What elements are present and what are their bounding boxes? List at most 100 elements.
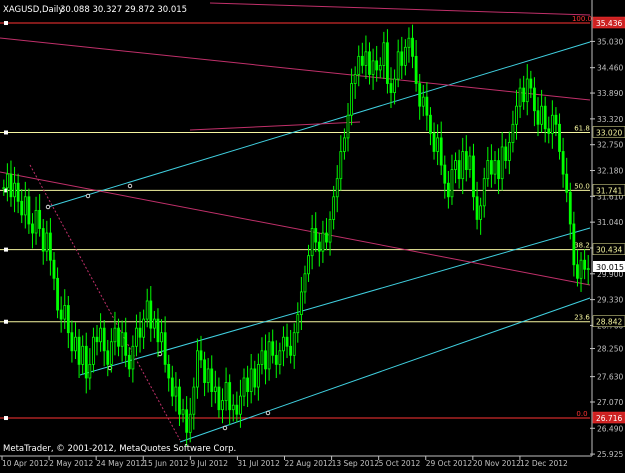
candle-body <box>221 400 224 411</box>
price-chart[interactable]: 100.0 61.8 50.0 38.2 23.6 0.0 35.030 34.460 33.… <box>0 0 625 469</box>
time-tick-label: 22 Aug 2012 <box>285 459 333 468</box>
candle-body <box>185 409 189 433</box>
candle-body <box>38 209 42 229</box>
candle-body <box>497 160 500 180</box>
candle-body <box>464 151 468 171</box>
candle-body <box>149 300 153 329</box>
candle-body <box>554 114 558 125</box>
candle-body <box>386 42 389 84</box>
fib-price-text: 35.436 <box>596 19 622 28</box>
fib-anchor-handle[interactable] <box>4 319 8 324</box>
candle-body <box>421 96 425 107</box>
time-tick-label: 20 Nov 2012 <box>473 459 521 468</box>
candle-body <box>468 155 472 171</box>
candle-body <box>357 55 361 75</box>
candle-body <box>507 142 511 161</box>
candle-body <box>152 318 156 329</box>
fib-price-text: 26.716 <box>596 414 622 423</box>
candle-body <box>515 105 518 125</box>
candle-body <box>446 182 450 198</box>
candle-body <box>77 336 81 365</box>
channel-anchor-point[interactable] <box>222 425 228 431</box>
candle-body <box>206 368 210 383</box>
channel-anchor-point[interactable] <box>85 193 91 199</box>
candle-body <box>70 332 74 352</box>
fib-price-text: 31.741 <box>596 186 622 195</box>
candle-body <box>142 318 146 338</box>
candle-body <box>375 60 379 71</box>
candle-body <box>303 273 307 293</box>
candle-body <box>536 110 540 125</box>
candle-body <box>382 42 386 66</box>
candle-body <box>135 327 138 347</box>
candle-body <box>199 350 203 361</box>
candle-body <box>321 232 325 252</box>
candle-body <box>274 354 278 365</box>
fib-anchor-handle[interactable] <box>4 21 8 26</box>
candle-body <box>529 78 533 89</box>
price-tick-label: 35.030 <box>597 37 623 46</box>
candle-body <box>231 404 235 411</box>
candle-body <box>56 277 59 311</box>
candle-body <box>353 74 357 84</box>
candle-body <box>127 354 131 370</box>
candle-body <box>27 196 31 225</box>
candle-body <box>429 114 432 134</box>
candle-body <box>131 345 135 370</box>
candle-body <box>393 78 396 94</box>
copyright-label: MetaTrader, © 2001-2012, MetaQuotes Soft… <box>3 444 236 454</box>
candle-body <box>271 341 275 356</box>
time-tick-label: 31 Jul 2012 <box>237 459 280 468</box>
candle-body <box>443 164 447 184</box>
candle-body <box>364 51 368 66</box>
candle-body <box>224 382 228 402</box>
candle-body <box>547 128 551 134</box>
price-tick-label: 33.890 <box>597 89 623 98</box>
time-tick-label: 29 Oct 2012 <box>426 459 473 468</box>
candle-body <box>253 368 257 388</box>
candle-body <box>228 382 232 411</box>
candle-body <box>325 232 328 243</box>
fib-anchor-handle[interactable] <box>4 130 8 135</box>
candle-body <box>52 259 56 279</box>
channel-anchor-point[interactable] <box>45 204 51 210</box>
candle-body <box>522 87 526 103</box>
fib-level-label: 0.0 <box>576 410 587 418</box>
candle-body <box>264 350 267 370</box>
candle-body <box>339 151 343 180</box>
price-tick-label: 29.330 <box>597 296 623 305</box>
candle-body <box>178 386 181 415</box>
candle-body <box>439 137 443 166</box>
candle-body <box>210 368 214 392</box>
time-tick-label: 13 Sep 2012 <box>332 459 380 468</box>
candle-body <box>282 336 285 352</box>
channel-anchor-point[interactable] <box>127 183 133 189</box>
candle-body <box>59 309 63 320</box>
candle-body <box>160 332 163 343</box>
candle-body <box>63 305 67 320</box>
candle-body <box>113 327 117 343</box>
fib-anchor-handle[interactable] <box>4 247 8 252</box>
chart-canvas[interactable]: 100.0 61.8 50.0 38.2 23.6 0.0 35.030 34.460 33.… <box>0 0 625 469</box>
candle-body <box>436 137 440 152</box>
candle-body <box>540 105 543 125</box>
candle-body <box>482 178 486 207</box>
candle-body <box>461 151 465 180</box>
candle-body <box>2 187 6 190</box>
time-tick-label: 24 May 2012 <box>96 459 145 468</box>
channel-anchor-point[interactable] <box>265 410 271 416</box>
candle-body <box>242 377 246 397</box>
fib-level-label: 50.0 <box>574 182 590 190</box>
candle-body <box>490 160 493 175</box>
time-tick-label: 12 Dec 2012 <box>520 459 568 468</box>
candle-body <box>299 291 303 315</box>
candle-body <box>518 87 522 107</box>
fib-price-text: 30.434 <box>596 246 622 255</box>
candle-body <box>343 137 346 152</box>
candle-body <box>16 182 20 202</box>
candle-body <box>328 219 332 243</box>
candle-body <box>31 223 34 234</box>
candle-body <box>156 318 160 343</box>
fib-anchor-handle[interactable] <box>4 416 8 421</box>
candle-body <box>23 196 27 216</box>
